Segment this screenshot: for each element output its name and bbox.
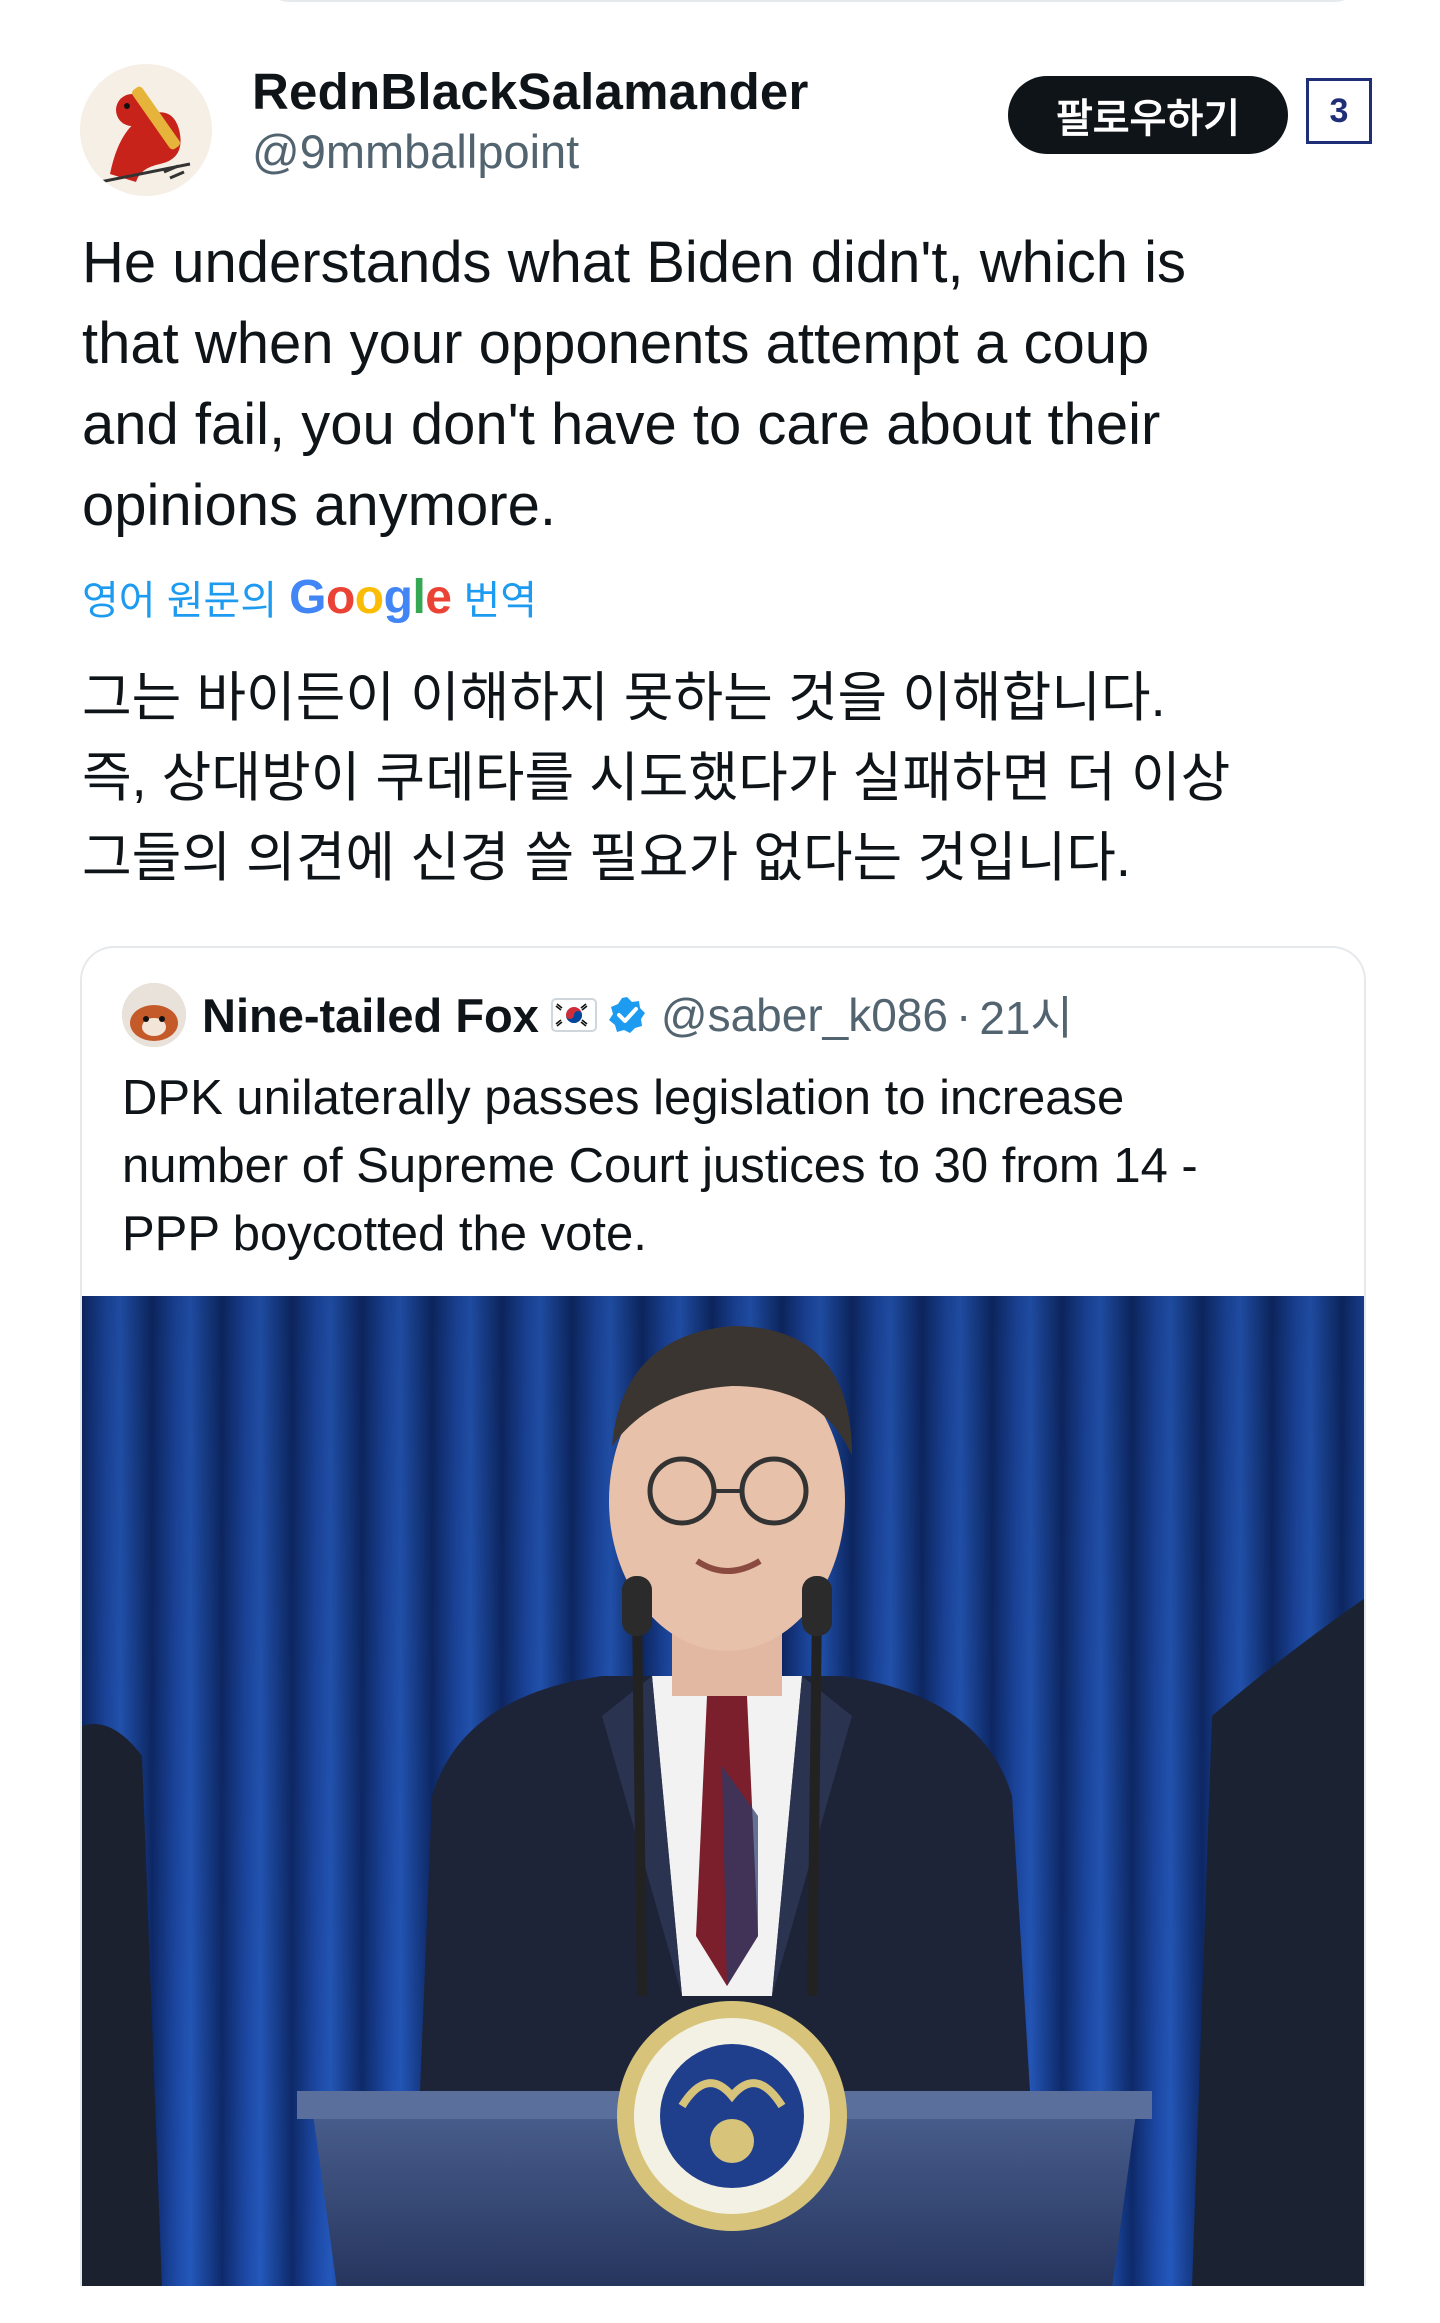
translate-prefix: 영어 원문의 <box>82 579 278 623</box>
google-translate-link[interactable]: 영어 원문의 Google 번역 <box>82 568 537 626</box>
verified-badge-icon <box>608 997 645 1033</box>
quoted-text-line: PPP boycotted the vote. <box>122 1207 647 1261</box>
google-letter: g <box>383 570 413 624</box>
author-display-name[interactable]: RednBlackSalamander <box>252 62 809 121</box>
quoted-tweet-time[interactable]: 21시 <box>979 982 1073 1048</box>
translated-text: 그는 바이든이 이해하지 못하는 것을 이해합니다. 즉, 상대방이 쿠데타를 … <box>82 658 1372 898</box>
salamander-avatar-icon <box>80 64 212 196</box>
google-logo: Google <box>289 570 452 625</box>
previous-card-edge <box>260 0 1364 2</box>
fox-avatar-icon <box>122 983 186 1047</box>
follow-button[interactable]: 팔로우하기 <box>1008 76 1288 154</box>
tweet-text-line: and fail, you don't have to care about t… <box>82 392 1161 457</box>
author-handle[interactable]: @9mmballpoint <box>252 124 579 179</box>
quoted-author-name[interactable]: Nine-tailed Fox <box>202 988 539 1043</box>
translated-text-line: 그들의 의견에 신경 쓸 필요가 없다는 것입니다. <box>82 828 1131 888</box>
tweet-text-line: that when your opponents attempt a coup <box>82 311 1150 376</box>
quoted-tweet-card[interactable]: Nine-tailed Fox @saber_k086 · 21시 DPK un… <box>80 946 1366 2286</box>
press-conference-image <box>82 1296 1364 2286</box>
translated-text-line: 즉, 상대방이 쿠데타를 시도했다가 실패하면 더 이상 <box>82 748 1231 808</box>
google-letter: e <box>425 570 452 624</box>
quoted-tweet-header: Nine-tailed Fox @saber_k086 · 21시 <box>122 982 1073 1048</box>
tweet-text: He understands what Biden didn't, which … <box>82 222 1372 546</box>
quoted-text-line: number of Supreme Court justices to 30 f… <box>122 1139 1198 1193</box>
quoted-text-line: DPK unilaterally passes legislation to i… <box>122 1071 1125 1125</box>
tweet-text-line: He understands what Biden didn't, which … <box>82 230 1187 295</box>
translate-suffix: 번역 <box>463 579 538 623</box>
tweet-text-line: opinions anymore. <box>82 473 556 538</box>
translated-text-line: 그는 바이든이 이해하지 못하는 것을 이해합니다. <box>82 668 1166 728</box>
google-letter: G <box>289 570 326 624</box>
quoted-tweet-photo[interactable] <box>82 1296 1364 2286</box>
quoted-tweet-text: DPK unilaterally passes legislation to i… <box>122 1064 1332 1268</box>
quoted-author-handle[interactable]: @saber_k086 <box>661 988 948 1042</box>
author-avatar[interactable] <box>80 64 212 196</box>
separator-dot: · <box>955 989 972 1041</box>
google-letter: o <box>325 570 355 624</box>
page-number-badge: 3 <box>1306 78 1372 144</box>
google-letter: l <box>412 570 426 624</box>
south-korea-flag-icon <box>550 998 597 1032</box>
quoted-author-avatar[interactable] <box>122 983 186 1047</box>
google-letter: o <box>354 570 384 624</box>
